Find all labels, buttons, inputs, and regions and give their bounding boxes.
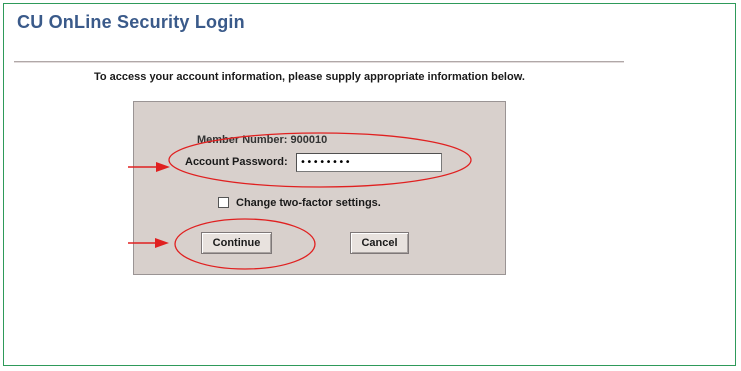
instruction-text: To access your account information, plea… [94,71,525,83]
two-factor-label: Change two-factor settings. [236,197,381,209]
login-panel [133,101,506,275]
page-title: CU OnLine Security Login [17,12,245,32]
password-label: Account Password: [185,156,288,168]
member-number-text: Member Number: 900010 [197,134,328,146]
two-factor-checkbox[interactable] [218,197,229,208]
cancel-button[interactable]: Cancel [350,232,409,254]
title-divider [14,61,624,63]
password-field[interactable] [296,153,442,172]
continue-button[interactable]: Continue [201,232,272,254]
